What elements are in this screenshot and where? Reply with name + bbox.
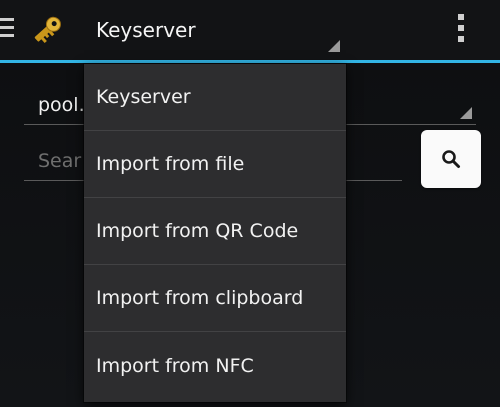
key-icon[interactable]	[27, 12, 65, 50]
action-bar-divider	[0, 60, 500, 63]
search-button[interactable]	[421, 130, 481, 188]
action-bar: Keyserver	[0, 0, 500, 60]
search-icon	[442, 150, 460, 168]
keyserver-value: pool.	[38, 94, 85, 116]
spinner-title: Keyserver	[96, 18, 196, 42]
import-dropdown-menu: Keyserver Import from file Import from Q…	[84, 64, 346, 402]
menu-item-keyserver[interactable]: Keyserver	[84, 64, 346, 131]
spinner-arrow-icon	[328, 40, 340, 52]
select-arrow-icon	[460, 107, 472, 119]
menu-item-import-clipboard[interactable]: Import from clipboard	[84, 265, 346, 332]
hamburger-menu-icon[interactable]	[0, 18, 14, 42]
keyserver-spinner[interactable]: Keyserver	[84, 0, 346, 60]
menu-item-import-file[interactable]: Import from file	[84, 131, 346, 198]
menu-item-import-qr-code[interactable]: Import from QR Code	[84, 198, 346, 265]
menu-item-import-nfc[interactable]: Import from NFC	[84, 332, 346, 399]
overflow-menu-icon[interactable]	[455, 14, 467, 46]
